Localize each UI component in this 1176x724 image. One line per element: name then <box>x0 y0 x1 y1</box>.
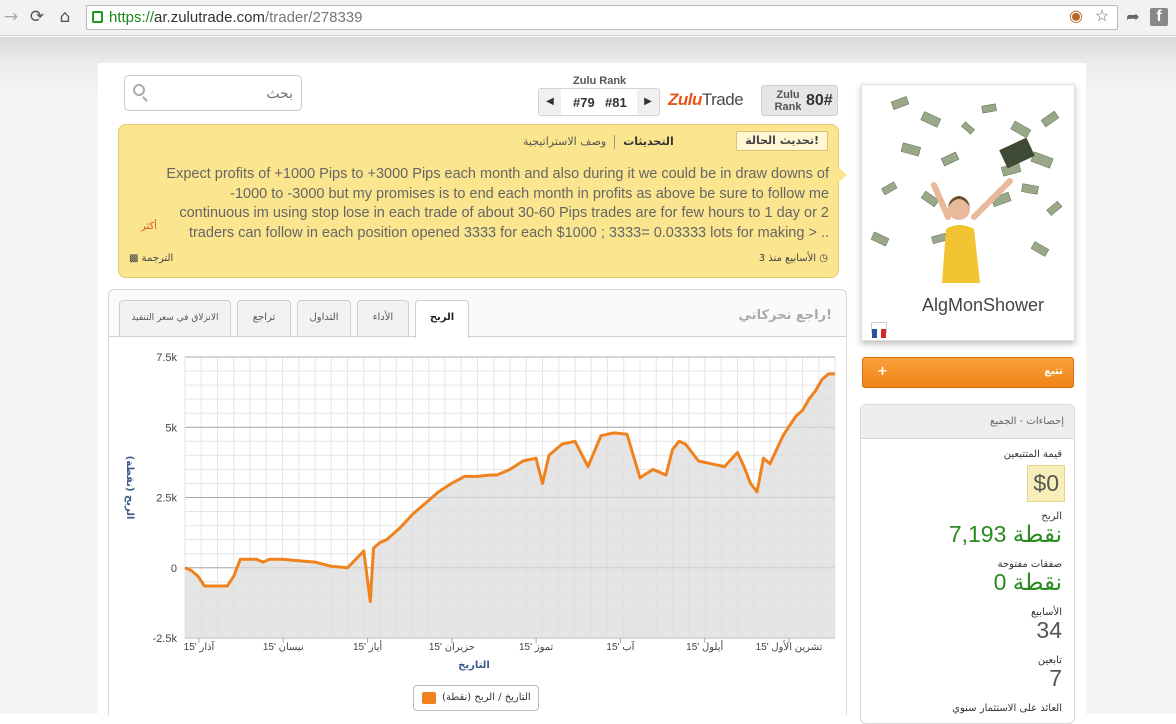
followers-value-label: قيمة المتتبعين <box>1003 449 1062 460</box>
y-axis-label: الربح (نقطة) <box>124 456 135 520</box>
rank-next-value: #81 <box>605 95 627 110</box>
x-tick-label: نيسان '15 <box>263 642 304 653</box>
reload-icon[interactable]: ⟳ <box>26 6 48 28</box>
open-trades-value: 0 نقطة <box>993 569 1062 595</box>
x-tick-label: آذار '15 <box>184 640 216 653</box>
search-input[interactable] <box>153 82 293 104</box>
facebook-icon[interactable]: f <box>1150 8 1168 26</box>
translate-text: الترجمة <box>141 253 174 264</box>
clock-icon: ◷ <box>819 253 828 264</box>
lock-icon <box>92 11 103 23</box>
nav-separator <box>614 135 616 149</box>
weeks-value: 34 <box>1036 617 1062 643</box>
translate-link[interactable]: ▩ الترجمة <box>129 253 173 264</box>
logo-trade: Trade <box>701 90 744 109</box>
tab-trading[interactable]: التداول <box>297 300 351 336</box>
rank-badge: Zulu Rank 80# <box>761 85 838 116</box>
tab-profit[interactable]: الربح <box>415 300 469 338</box>
followers-value: $0 <box>1027 465 1065 502</box>
y-tick-label: 0 <box>171 563 177 575</box>
status-line: continuous im using stop lose in each tr… <box>179 205 829 221</box>
chart-area: 7.5k 5k 2.5k 0 -2.5k آذار '15 نيسان '15 أيار '1… <box>109 336 846 720</box>
zulutrade-logo[interactable]: ZuluTrade <box>668 90 744 110</box>
follow-label: تتبع <box>1044 366 1063 377</box>
share-icon[interactable]: ➦ <box>1122 6 1144 28</box>
status-update-tab[interactable]: تحديث الحالة! <box>736 131 828 151</box>
status-text: Expect profits of +1000 Pips to +3000 Pi… <box>133 165 829 243</box>
tab-strategy[interactable]: وصف الاستراتيجية <box>523 135 606 148</box>
url-path: /trader/278339 <box>264 9 363 26</box>
logo-zulu: Zulu <box>668 90 702 109</box>
rank-next-button[interactable]: ▶ <box>637 89 659 115</box>
status-line: Expect profits of +1000 Pips to +3000 Pi… <box>166 166 829 182</box>
rank-navigator: ◀ #79 #81 ▶ <box>538 88 660 116</box>
flag-shape <box>872 329 886 338</box>
more-link[interactable]: أكثر <box>141 221 157 232</box>
chart-panel-title: راجع تحركاتي! <box>738 308 832 323</box>
y-tick-label: -2.5k <box>153 633 178 645</box>
rank-badge-value: 80# <box>806 92 833 109</box>
x-tick-label: تموز '15 <box>519 642 554 653</box>
zulu-rank-label: Zulu Rank <box>573 75 627 87</box>
legend-swatch <box>422 692 436 704</box>
search-box[interactable] <box>124 75 302 111</box>
x-tick-label: تشرين الأول '15 <box>756 641 823 653</box>
trader-name: AlgMonShower <box>921 295 1044 315</box>
status-nav: التحديثات وصف الاستراتيجية <box>523 135 674 149</box>
y-tick-label: 7.5k <box>156 352 177 364</box>
x-tick-label: أيار '15 <box>353 640 382 653</box>
y-tick-label: 2.5k <box>156 493 177 505</box>
status-update-box: تحديث الحالة! التحديثاتوصف الاستراتيجية … <box>118 124 847 278</box>
annual-roi-label: العائد على الاستثمار سنوي <box>952 703 1062 714</box>
cookie-icon[interactable]: ◉ <box>1065 6 1087 28</box>
profit-chart: 7.5k 5k 2.5k 0 -2.5k آذار '15 نيسان '15 أيار '1… <box>124 352 836 671</box>
time-text: 3 الأسابيع منذ <box>758 253 817 264</box>
stats-header: إحصاءات - الجميع <box>861 405 1074 439</box>
profile-illustration <box>870 96 1063 283</box>
translate-icon: ▩ <box>129 253 139 264</box>
stats-panel: إحصاءات - الجميع قيمة المتتبعين $0 الربح… <box>860 404 1075 724</box>
rank-badge-label: Zulu Rank <box>774 89 802 113</box>
star-icon[interactable]: ☆ <box>1091 6 1113 28</box>
rank-prev-button[interactable]: ◀ <box>539 89 561 115</box>
profile-card: AlgMonShower <box>861 84 1075 341</box>
legend-text: التاريخ / الربح (نقطة) <box>442 692 531 703</box>
y-tick-label: 5k <box>165 422 177 434</box>
x-tick-label: أيلول '15 <box>686 640 723 653</box>
home-icon[interactable]: ⌂ <box>54 6 76 28</box>
plus-icon: + <box>877 364 888 379</box>
tab-performance[interactable]: الأداء <box>357 300 409 336</box>
profile-photo <box>862 85 1074 283</box>
tab-updates[interactable]: التحديثات <box>623 135 673 148</box>
x-axis-label: التاريخ <box>458 660 490 671</box>
france-flag-icon <box>871 322 887 338</box>
x-tick-label: آب '15 <box>606 640 635 653</box>
tab-drawdown[interactable]: تراجع <box>237 300 291 336</box>
rank-prev-value: #79 <box>573 95 595 110</box>
chart-legend[interactable]: التاريخ / الربح (نقطة) <box>413 685 539 711</box>
url-scheme: https:// <box>109 9 155 26</box>
browser-toolbar: → ⟳ ⌂ https://ar.zulutrade.com/trader/27… <box>0 0 1176 36</box>
x-tick-label: حزيران '15 <box>429 642 475 653</box>
follow-button[interactable]: + تتبع <box>862 357 1074 388</box>
profit-value: 7,193 نقطة <box>948 521 1062 547</box>
search-icon[interactable] <box>133 84 145 96</box>
address-bar[interactable]: https://ar.zulutrade.com/trader/278339 ◉… <box>86 5 1118 30</box>
followers-count-value: 7 <box>1049 665 1062 691</box>
status-time: 3 الأسابيع منذ ◷ <box>759 253 828 264</box>
status-line: traders can follow in each position open… <box>188 224 829 241</box>
status-line: -1000 to -3000 but my promises is to end… <box>230 185 829 202</box>
chart-panel: راجع تحركاتي! الربح الأداء التداول تراجع… <box>108 289 847 720</box>
url-host: ar.zulutrade.com <box>154 9 265 26</box>
back-icon[interactable]: → <box>0 6 22 28</box>
tab-slippage[interactable]: الانزلاق في سعر التنفيذ <box>119 300 231 336</box>
